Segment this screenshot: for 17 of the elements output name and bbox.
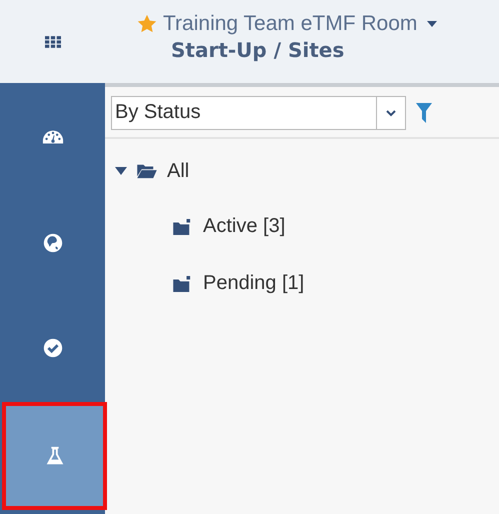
globe-icon (42, 232, 64, 254)
folder-icon (173, 218, 193, 234)
folder-icon (173, 276, 193, 292)
tree-item[interactable]: All (167, 160, 190, 182)
status-dropdown[interactable]: By Status (111, 96, 406, 130)
apps-grid-icon[interactable] (44, 36, 60, 48)
chevron-down-icon (386, 110, 396, 116)
check-circle-icon (42, 336, 64, 358)
page-title: Start-Up / Sites (171, 38, 346, 62)
filter-icon[interactable] (416, 103, 432, 123)
star-icon[interactable] (137, 14, 157, 34)
folder-open-icon (137, 163, 157, 179)
room-dropdown[interactable]: Training Team eTMF Room (163, 12, 438, 36)
tree-item[interactable]: Active [3] (203, 215, 286, 238)
caret-icon (427, 21, 438, 27)
caret-icon[interactable] (115, 167, 127, 175)
tree-item[interactable]: Pending [1] (203, 272, 304, 295)
